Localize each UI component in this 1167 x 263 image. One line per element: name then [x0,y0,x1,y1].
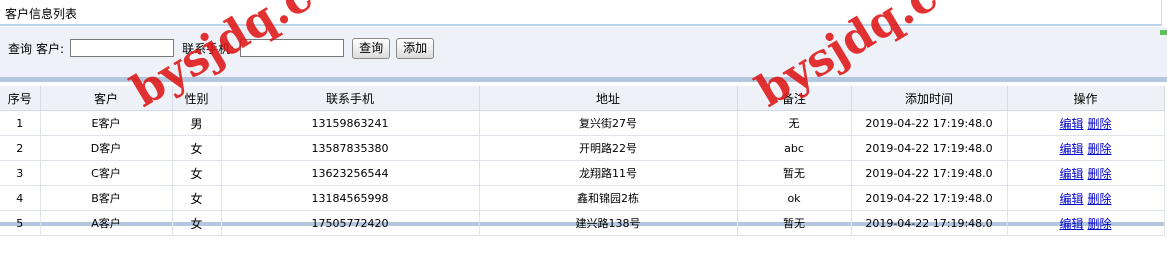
search-bar: 查询 客户: 联系手机: 查询 添加 [8,37,440,59]
cell-customer: B客户 [40,185,173,211]
cell-added-time: 2019-04-22 17:19:48.0 [851,210,1008,236]
cell-note: 暂无 [737,160,852,186]
query-label: 查询 [8,41,33,56]
cell-phone: 13159863241 [221,110,480,136]
customer-label: 客户: [36,41,65,56]
delete-link[interactable]: 删除 [1088,142,1112,156]
cell-customer: A客户 [40,210,173,236]
delete-link[interactable]: 删除 [1088,167,1112,181]
cell-added-time: 2019-04-22 17:19:48.0 [851,110,1008,136]
cell-note: 无 [737,110,852,136]
cell-address: 鑫和锦园2栋 [479,185,738,211]
cell-no: 4 [0,185,41,211]
cell-actions: 编辑 删除 [1007,110,1165,136]
add-button[interactable]: 添加 [396,37,435,59]
cell-gender: 女 [172,210,222,236]
table-row: 2 D客户 女 13587835380 开明路22号 abc 2019-04-2… [0,135,1165,161]
cell-gender: 女 [172,160,222,186]
cell-no: 1 [0,110,41,136]
header-note: 备注 [737,86,852,111]
customer-table: 序号 客户 性别 联系手机 地址 备注 添加时间 操作 1 E客户 男 1315… [0,86,1165,236]
cell-address: 开明路22号 [479,135,738,161]
edit-link[interactable]: 编辑 [1059,192,1083,206]
edit-link[interactable]: 编辑 [1059,142,1083,156]
header-actions: 操作 [1007,86,1165,111]
cell-address: 龙翔路11号 [479,160,738,186]
cell-added-time: 2019-04-22 17:19:48.0 [851,185,1008,211]
cell-address: 复兴街27号 [479,110,738,136]
cell-no: 2 [0,135,41,161]
cell-customer: C客户 [40,160,173,186]
cell-actions: 编辑 删除 [1007,210,1165,236]
delete-link[interactable]: 删除 [1088,117,1112,131]
cell-customer: D客户 [40,135,173,161]
delete-link[interactable]: 删除 [1088,192,1112,206]
table-row: 1 E客户 男 13159863241 复兴街27号 无 2019-04-22 … [0,110,1165,136]
cell-note: 暂无 [737,210,852,236]
status-indicator [1160,30,1167,35]
customer-table-container: 序号 客户 性别 联系手机 地址 备注 添加时间 操作 1 E客户 男 1315… [0,86,1165,236]
table-header-row: 序号 客户 性别 联系手机 地址 备注 添加时间 操作 [0,86,1165,111]
phone-search-input[interactable] [240,39,345,57]
table-row: 5 A客户 女 17505772420 建兴路138号 暂无 2019-04-2… [0,210,1165,236]
page-title: 客户信息列表 [0,0,1162,26]
cell-phone: 13587835380 [221,135,480,161]
cell-no: 5 [0,210,41,236]
edit-link[interactable]: 编辑 [1059,217,1083,231]
header-phone: 联系手机 [221,86,480,111]
header-no: 序号 [0,86,41,111]
cell-actions: 编辑 删除 [1007,160,1165,186]
cell-customer: E客户 [40,110,173,136]
table-row: 4 B客户 女 13184565998 鑫和锦园2栋 ok 2019-04-22… [0,185,1165,211]
delete-link[interactable]: 删除 [1088,217,1112,231]
cell-actions: 编辑 删除 [1007,185,1165,211]
cell-actions: 编辑 删除 [1007,135,1165,161]
search-panel: 查询 客户: 联系手机: 查询 添加 [0,27,1167,82]
edit-link[interactable]: 编辑 [1059,167,1083,181]
cell-added-time: 2019-04-22 17:19:48.0 [851,160,1008,186]
table-row: 3 C客户 女 13623256544 龙翔路11号 暂无 2019-04-22… [0,160,1165,186]
cell-gender: 女 [172,185,222,211]
header-address: 地址 [479,86,738,111]
cell-note: ok [737,185,852,211]
cell-phone: 13623256544 [221,160,480,186]
phone-label: 联系手机: [182,41,235,56]
customer-search-input[interactable] [70,39,175,57]
cell-note: abc [737,135,852,161]
cell-address: 建兴路138号 [479,210,738,236]
header-added-time: 添加时间 [851,86,1008,111]
header-customer: 客户 [40,86,173,111]
cell-phone: 17505772420 [221,210,480,236]
cell-gender: 女 [172,135,222,161]
cell-added-time: 2019-04-22 17:19:48.0 [851,135,1008,161]
cell-gender: 男 [172,110,222,136]
cell-phone: 13184565998 [221,185,480,211]
search-button[interactable]: 查询 [352,37,391,59]
edit-link[interactable]: 编辑 [1059,117,1083,131]
header-gender: 性别 [172,86,222,111]
cell-no: 3 [0,160,41,186]
